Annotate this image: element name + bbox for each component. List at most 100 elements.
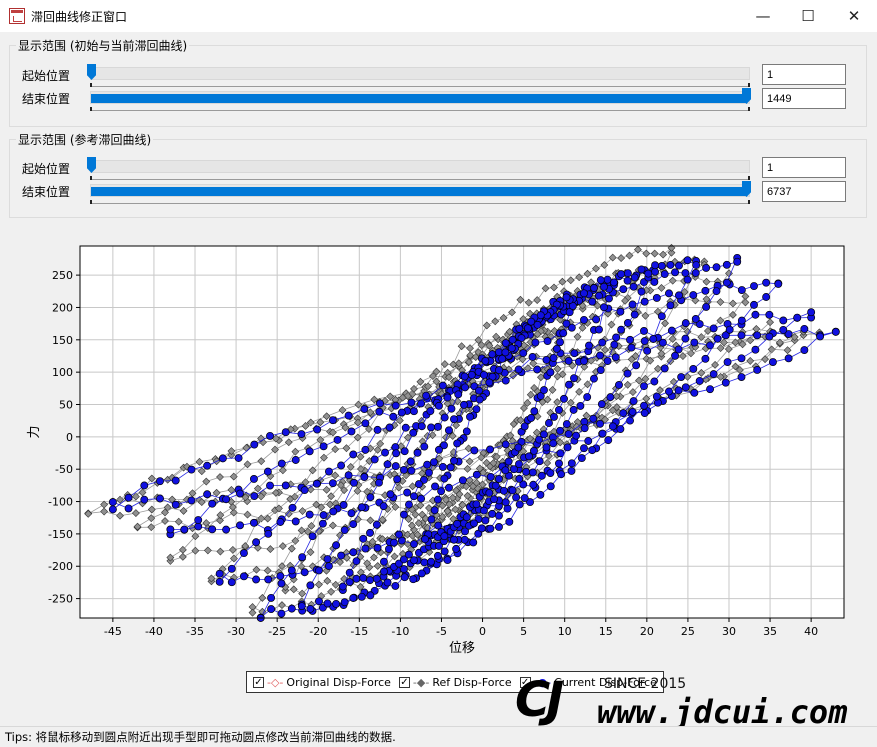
current-point bbox=[549, 353, 558, 362]
current-point bbox=[657, 312, 666, 321]
start-position-slider[interactable] bbox=[87, 64, 750, 80]
current-point bbox=[486, 472, 495, 481]
current-point bbox=[501, 348, 510, 357]
current-point bbox=[762, 278, 771, 287]
current-point bbox=[753, 331, 762, 340]
start-position-slider[interactable] bbox=[87, 157, 750, 173]
current-point bbox=[569, 405, 578, 414]
current-point bbox=[420, 558, 429, 567]
current-point bbox=[768, 358, 777, 367]
current-point bbox=[227, 578, 236, 587]
current-point bbox=[443, 556, 452, 565]
start-position-input[interactable] bbox=[762, 157, 846, 178]
current-point bbox=[427, 423, 436, 432]
current-point bbox=[737, 354, 746, 363]
current-point bbox=[208, 499, 217, 508]
current-point bbox=[375, 407, 384, 416]
current-point bbox=[171, 476, 180, 485]
current-point bbox=[337, 551, 346, 560]
end-position-input[interactable] bbox=[762, 88, 846, 109]
current-point bbox=[617, 325, 626, 334]
current-point bbox=[395, 530, 403, 539]
current-point bbox=[560, 394, 568, 403]
current-point bbox=[344, 411, 353, 420]
current-point bbox=[488, 509, 497, 518]
current-point bbox=[750, 300, 758, 309]
start-slider-thumb[interactable] bbox=[87, 64, 96, 80]
end-slider-ticks bbox=[90, 107, 750, 111]
current-point bbox=[604, 436, 613, 445]
maximize-button[interactable]: ☐ bbox=[785, 0, 831, 32]
current-point bbox=[405, 550, 413, 559]
current-point bbox=[515, 460, 523, 468]
current-point bbox=[345, 568, 354, 577]
legend-item-original[interactable]: ✓ -◇- Original Disp-Force bbox=[253, 676, 391, 689]
current-point bbox=[140, 481, 149, 490]
current-point bbox=[762, 293, 771, 301]
current-point bbox=[597, 400, 606, 409]
current-point bbox=[328, 479, 337, 488]
current-point bbox=[344, 471, 353, 480]
x-tick-label: -40 bbox=[145, 625, 163, 638]
minimize-button[interactable]: — bbox=[740, 0, 786, 32]
current-point bbox=[124, 493, 133, 502]
current-point bbox=[584, 437, 593, 445]
start-position-input[interactable] bbox=[762, 64, 846, 85]
current-point bbox=[239, 549, 248, 558]
current-point bbox=[598, 429, 607, 438]
current-point bbox=[287, 604, 296, 613]
current-point bbox=[596, 419, 604, 428]
x-tick-label: 10 bbox=[558, 625, 572, 638]
checkbox-ref[interactable]: ✓ bbox=[398, 676, 410, 688]
current-point bbox=[580, 289, 588, 298]
current-point bbox=[549, 439, 558, 448]
current-point bbox=[445, 483, 453, 492]
current-point bbox=[681, 269, 690, 278]
checkbox-original[interactable]: ✓ bbox=[253, 676, 264, 688]
current-point bbox=[596, 276, 605, 285]
current-point bbox=[409, 575, 418, 584]
current-point bbox=[352, 574, 361, 583]
close-button[interactable]: ✕ bbox=[831, 0, 877, 32]
current-point bbox=[692, 261, 701, 269]
end-position-label: 结束位置 bbox=[22, 92, 71, 106]
legend-item-ref[interactable]: ✓ -◆- Ref Disp-Force bbox=[398, 676, 512, 689]
current-point bbox=[469, 538, 478, 547]
current-point bbox=[385, 423, 394, 432]
current-point bbox=[522, 467, 531, 476]
end-position-slider[interactable] bbox=[90, 181, 751, 197]
hysteresis-chart[interactable]: -45 -40 -35 -30 -25 -20 -15 -10 -5 0 5 10 15 20 25 30 35… bbox=[0, 235, 877, 665]
current-point bbox=[264, 529, 273, 538]
end-position-slider[interactable] bbox=[90, 88, 751, 104]
current-point bbox=[590, 284, 598, 292]
current-point bbox=[430, 458, 438, 467]
current-point bbox=[180, 525, 189, 534]
x-tick-label: -25 bbox=[268, 625, 286, 638]
current-point bbox=[291, 456, 300, 464]
x-tick-label: -35 bbox=[186, 625, 204, 638]
end-position-input[interactable] bbox=[762, 181, 846, 202]
current-point bbox=[375, 478, 383, 487]
current-point bbox=[537, 471, 546, 480]
current-point bbox=[677, 373, 686, 381]
current-point bbox=[325, 467, 333, 476]
start-slider-thumb[interactable] bbox=[87, 157, 96, 173]
current-point bbox=[472, 470, 481, 479]
current-point bbox=[623, 369, 632, 378]
current-point bbox=[562, 319, 571, 328]
x-tick-label: 30 bbox=[722, 625, 736, 638]
current-point bbox=[598, 338, 607, 347]
current-point bbox=[427, 557, 436, 566]
current-point bbox=[440, 547, 449, 556]
start-position-label: 起始位置 bbox=[22, 162, 71, 176]
current-point bbox=[393, 475, 402, 484]
current-point bbox=[523, 324, 532, 333]
current-point bbox=[407, 466, 416, 475]
current-point bbox=[527, 317, 536, 326]
current-point bbox=[319, 442, 328, 451]
current-point bbox=[660, 270, 669, 279]
current-point bbox=[383, 460, 392, 469]
current-point bbox=[266, 431, 274, 440]
current-point bbox=[236, 489, 244, 498]
current-point bbox=[608, 422, 617, 431]
